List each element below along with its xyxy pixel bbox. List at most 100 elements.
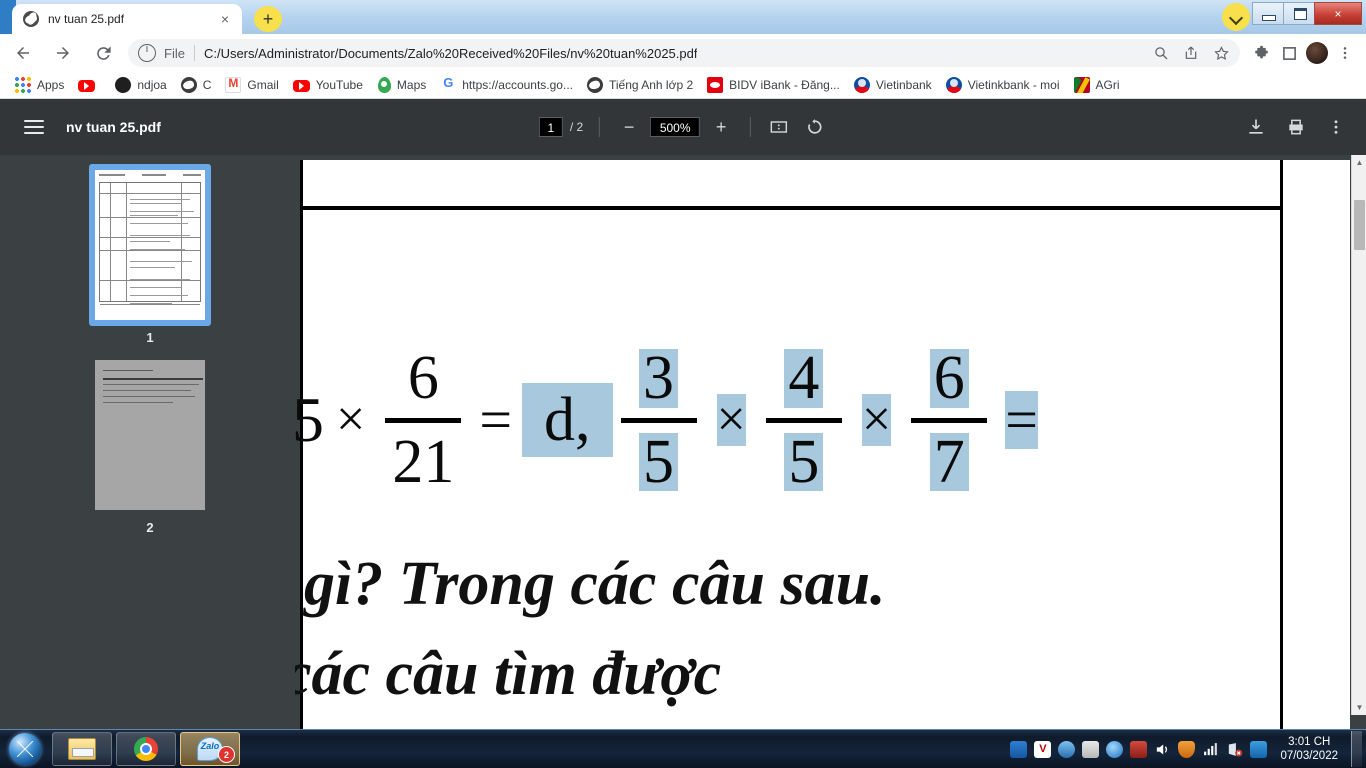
youtube-icon: [292, 80, 310, 92]
extensions-icon[interactable]: [1248, 40, 1274, 66]
back-button[interactable]: [6, 36, 40, 70]
fit-page-icon[interactable]: [767, 115, 791, 139]
bookmark-bidv[interactable]: BIDV iBank - Đăng...: [700, 74, 847, 96]
volume-icon[interactable]: [1154, 741, 1171, 758]
maximize-button[interactable]: [1283, 2, 1314, 25]
bookmark-c[interactable]: C: [174, 74, 219, 96]
bookmark-label: https://accounts.go...: [462, 78, 573, 92]
close-icon[interactable]: ×: [217, 11, 233, 27]
download-icon[interactable]: [1244, 115, 1268, 139]
reload-button[interactable]: [86, 36, 120, 70]
fraction-6-21: 6 21: [385, 343, 462, 492]
vertical-scroll-thumb[interactable]: [1354, 200, 1365, 250]
scroll-down-arrow[interactable]: ▼: [1352, 700, 1366, 715]
bookmark-vietinbank[interactable]: Vietinbank: [847, 74, 939, 96]
sidepanel-icon[interactable]: [1276, 40, 1302, 66]
zoom-level-input[interactable]: 500%: [650, 117, 701, 137]
print-icon[interactable]: [1284, 115, 1308, 139]
globe-icon: [586, 77, 603, 93]
desktop: nv tuan 25.pdf × + × File C:/Users/Admin…: [0, 0, 1366, 768]
start-button[interactable]: [2, 731, 48, 767]
bidv-icon: [707, 77, 724, 93]
browser-tab[interactable]: nv tuan 25.pdf ×: [12, 4, 242, 34]
bookmark-vietinbank-moi[interactable]: Vietinkbank - moi: [939, 74, 1067, 96]
pdf-toolbar: nv tuan 25.pdf 1 / 2 − 500% +: [0, 99, 1366, 155]
chrome-menu-icon[interactable]: [1332, 40, 1358, 66]
bookmark-ndjoa[interactable]: ndjoa: [108, 74, 173, 96]
math-times-2: ×: [716, 391, 746, 448]
taskbar-clock[interactable]: 3:01 CH 07/03/2022: [1280, 735, 1338, 763]
bookmark-label: ndjoa: [137, 78, 167, 92]
google-g-icon: [440, 75, 456, 93]
windows-taskbar: Zalo 2 V 3:01 CH 07/03/2022: [0, 729, 1366, 768]
shield-icon[interactable]: [1178, 740, 1196, 758]
address-bar[interactable]: File C:/Users/Administrator/Documents/Za…: [128, 39, 1240, 67]
network-signal-icon[interactable]: [1202, 741, 1219, 758]
unikey-tray-icon[interactable]: V: [1034, 740, 1052, 758]
bookmark-star-icon[interactable]: [1208, 40, 1234, 66]
document-text-line: gì? Trong các câu sau.: [304, 550, 886, 618]
profile-avatar[interactable]: [1304, 40, 1330, 66]
new-tab-button[interactable]: +: [254, 6, 282, 32]
browser-tray-icon[interactable]: [1058, 740, 1076, 758]
bookmark-label: Gmail: [247, 78, 279, 92]
show-desktop-button[interactable]: [1351, 731, 1362, 767]
site-info-icon[interactable]: [138, 43, 156, 62]
rotate-icon[interactable]: [803, 115, 827, 139]
browser-toolbar: File C:/Users/Administrator/Documents/Za…: [0, 34, 1366, 72]
gmail-icon: [225, 76, 242, 93]
scheme-label: File: [164, 45, 185, 61]
bookmark-accounts-google[interactable]: https://accounts.go...: [433, 74, 580, 96]
action-center-icon[interactable]: [1226, 741, 1243, 758]
numerator: 6: [407, 343, 439, 412]
pdf-page-area[interactable]: 5 × 6 21 = d, 3 5 × 4 5 × 6 7 = gì? Tron…: [295, 155, 1366, 730]
pdf-toolbar-right: [1244, 115, 1348, 139]
denominator: 5: [639, 431, 679, 492]
security-tray-icon[interactable]: [1082, 740, 1100, 758]
thumbnail-page-1[interactable]: 1: [90, 165, 210, 345]
share-icon[interactable]: [1178, 40, 1204, 66]
denominator: 5: [784, 431, 824, 492]
browser-tab-strip: nv tuan 25.pdf × + ×: [0, 0, 1366, 34]
fraction-6-7: 6 7: [911, 347, 988, 492]
math-expression: 5 × 6 21 = d, 3 5 × 4 5 × 6 7 =: [295, 320, 1350, 520]
hamburger-icon[interactable]: [24, 120, 44, 134]
scroll-up-arrow[interactable]: ▲: [1352, 155, 1366, 170]
url-text: C:/Users/Administrator/Documents/Zalo%20…: [203, 45, 698, 61]
camera-tray-icon[interactable]: [1250, 740, 1268, 758]
pdf-viewer-body: 1 2 5 × 6 21 = d, 3 5 × 4 5 × 6 7 = gì? …: [0, 155, 1366, 730]
taskbar-item-chrome[interactable]: [116, 732, 176, 766]
more-vert-icon[interactable]: [1324, 115, 1348, 139]
bookmark-tieng-anh[interactable]: Tiếng Anh lớp 2: [580, 74, 700, 96]
taskbar-item-zalo[interactable]: Zalo 2: [180, 732, 240, 766]
close-button[interactable]: ×: [1314, 2, 1362, 25]
bookmark-apps[interactable]: Apps: [8, 74, 71, 96]
minimize-button[interactable]: [1252, 2, 1283, 25]
bookmark-label: AGri: [1095, 78, 1120, 92]
thumbnail-panel: 1 2: [0, 155, 295, 730]
omnibox-actions: [1148, 40, 1234, 66]
clock-time: 3:01 CH: [1288, 736, 1331, 748]
zalo-tray-icon[interactable]: [1010, 740, 1028, 758]
chevron-down-icon[interactable]: [1222, 3, 1250, 31]
zoom-icon[interactable]: [1148, 40, 1174, 66]
windows-start-orb: [9, 733, 41, 765]
bookmark-agri[interactable]: AGri: [1067, 74, 1127, 96]
zoom-out-button[interactable]: −: [616, 114, 642, 140]
vertical-scrollbar[interactable]: ▲ ▼: [1351, 155, 1366, 715]
updater-tray-icon[interactable]: [1130, 740, 1148, 758]
bookmark-youtube-1[interactable]: [71, 74, 108, 96]
numerator: 4: [784, 347, 824, 409]
folder-icon: [68, 738, 96, 760]
bookmark-youtube-2[interactable]: YouTube: [286, 74, 370, 96]
bookmark-maps[interactable]: Maps: [370, 74, 433, 96]
youtube-icon: [78, 80, 96, 92]
thumbnail-page-2[interactable]: 2: [90, 355, 210, 535]
media-tray-icon[interactable]: [1106, 740, 1124, 758]
denominator: 7: [929, 431, 969, 492]
bookmark-gmail[interactable]: Gmail: [218, 74, 285, 96]
zoom-in-button[interactable]: +: [708, 114, 734, 140]
taskbar-item-file-explorer[interactable]: [52, 732, 112, 766]
forward-button[interactable]: [46, 36, 80, 70]
page-number-input[interactable]: 1: [538, 117, 563, 137]
